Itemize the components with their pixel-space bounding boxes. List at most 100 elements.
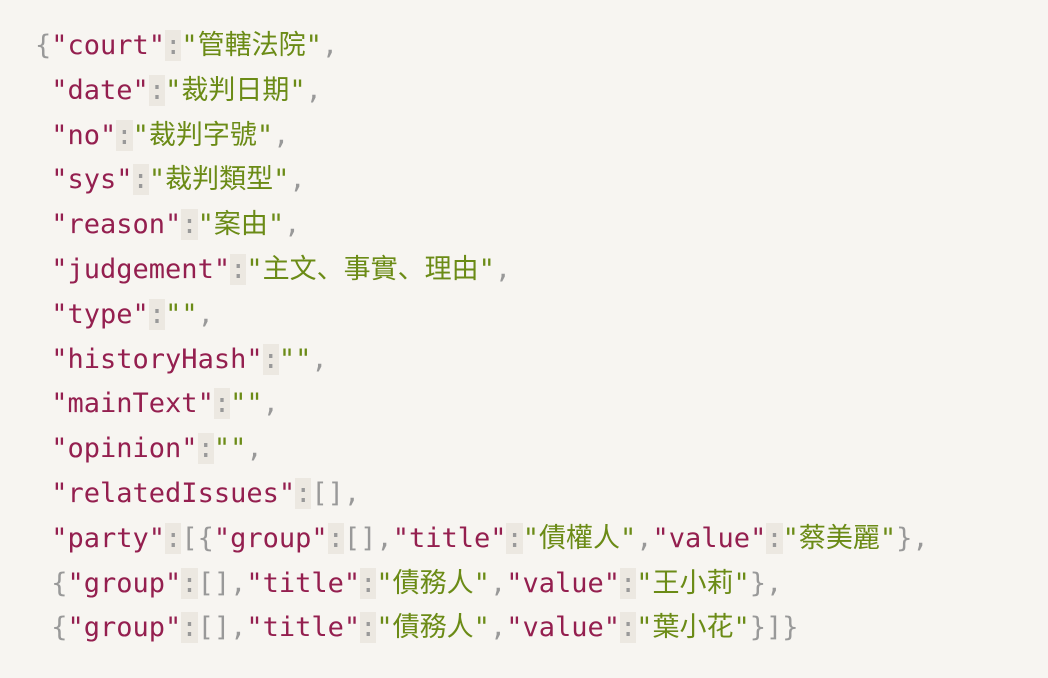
- json-punctuation: ,: [197, 298, 214, 330]
- json-colon: :: [360, 612, 377, 644]
- json-key: "court": [51, 30, 166, 61]
- code-line: "relatedIssues":[],: [35, 472, 929, 517]
- json-colon: :: [181, 612, 198, 644]
- json-colon: :: [116, 119, 133, 151]
- json-colon: :: [295, 477, 312, 509]
- json-key: "value": [506, 567, 620, 599]
- json-punctuation: [35, 254, 51, 285]
- json-punctuation: [35, 478, 51, 509]
- json-punctuation: ,: [311, 343, 328, 375]
- json-key: "historyHash": [51, 343, 263, 375]
- json-key: "judgement": [51, 253, 231, 285]
- json-key: "title": [392, 522, 507, 554]
- json-punctuation: },: [749, 567, 783, 599]
- json-punctuation: [35, 299, 51, 330]
- json-code-block: {"court":"管轄法院", "date":"裁判日期", "no":"裁判…: [35, 24, 929, 651]
- code-line: "historyHash":"",: [35, 338, 929, 383]
- json-colon: :: [181, 567, 198, 599]
- json-string-value: "案由": [197, 209, 285, 241]
- json-colon: :: [165, 30, 182, 61]
- json-colon: :: [766, 522, 783, 554]
- json-punctuation: [],: [311, 477, 361, 509]
- json-colon: :: [327, 522, 344, 554]
- json-punctuation: [35, 344, 51, 375]
- json-punctuation: [35, 164, 51, 195]
- code-line: "judgement":"主文、事實、理由",: [35, 248, 929, 293]
- json-key: "group": [67, 567, 182, 599]
- json-colon: :: [181, 209, 198, 241]
- json-punctuation: [{: [181, 522, 214, 554]
- json-punctuation: [35, 388, 51, 419]
- json-punctuation: ,: [289, 164, 306, 196]
- json-string-value: "主文、事實、理由": [246, 253, 495, 285]
- json-string-value: "裁判類型": [148, 164, 290, 196]
- json-punctuation: [35, 75, 51, 106]
- json-key: "no": [51, 119, 117, 151]
- json-punctuation: }]}: [749, 612, 799, 644]
- json-punctuation: {: [35, 30, 52, 61]
- json-colon: :: [620, 567, 637, 599]
- json-punctuation: },: [896, 522, 929, 554]
- json-punctuation: ,: [494, 253, 512, 285]
- code-line: "opinion":"",: [35, 427, 929, 472]
- json-colon: :: [506, 522, 523, 554]
- json-string-value: "蔡美麗": [782, 522, 897, 554]
- json-string-value: "管轄法院": [181, 30, 322, 61]
- json-punctuation: [35, 433, 51, 464]
- json-string-value: "": [278, 343, 312, 375]
- json-key: "sys": [51, 164, 133, 196]
- json-key: "opinion": [51, 433, 198, 465]
- json-punctuation: ,: [246, 433, 263, 465]
- json-colon: :: [213, 388, 231, 420]
- json-key: "date": [51, 74, 149, 106]
- json-punctuation: [],: [197, 612, 247, 644]
- json-key: "group": [67, 612, 182, 644]
- json-punctuation: ,: [489, 612, 507, 644]
- code-line: "type":"",: [35, 293, 929, 338]
- json-key: "reason": [51, 209, 182, 241]
- json-string-value: "王小莉": [636, 567, 750, 599]
- json-punctuation: {: [35, 567, 68, 599]
- json-punctuation: [],: [197, 567, 247, 599]
- code-line: "no":"裁判字號",: [35, 114, 929, 159]
- json-colon: :: [132, 164, 149, 196]
- json-string-value: "債務人": [376, 567, 490, 599]
- json-punctuation: [35, 523, 51, 554]
- code-line: "date":"裁判日期",: [35, 69, 929, 114]
- json-punctuation: ,: [321, 30, 339, 61]
- code-line: "reason":"案由",: [35, 203, 929, 248]
- code-line: {"group":[],"title":"債務人","value":"王小莉"}…: [35, 562, 929, 607]
- json-key: "value": [506, 612, 620, 644]
- json-colon: :: [620, 612, 637, 644]
- code-line: "party":[{"group":[],"title":"債權人","valu…: [35, 517, 929, 562]
- code-line: "mainText":"",: [35, 382, 929, 427]
- code-line: {"court":"管轄法院",: [35, 24, 929, 69]
- json-punctuation: [35, 209, 51, 240]
- json-punctuation: ,: [305, 74, 322, 106]
- json-colon: :: [165, 522, 182, 554]
- json-punctuation: [35, 120, 51, 151]
- json-punctuation: ,: [489, 567, 507, 599]
- json-punctuation: ,: [273, 119, 290, 151]
- json-colon: :: [360, 567, 377, 599]
- json-colon: :: [197, 433, 214, 465]
- json-key: "party": [51, 522, 166, 554]
- json-punctuation: {: [35, 612, 68, 644]
- json-string-value: "": [165, 298, 198, 330]
- json-string-value: "債權人": [522, 522, 637, 554]
- json-string-value: "葉小花": [636, 612, 750, 644]
- json-key: "relatedIssues": [51, 477, 296, 509]
- json-string-value: "裁判字號": [132, 119, 274, 151]
- json-colon: :: [148, 298, 166, 330]
- json-key: "title": [246, 567, 361, 599]
- json-string-value: "債務人": [376, 612, 490, 644]
- json-punctuation: ,: [262, 388, 279, 420]
- json-punctuation: ,: [636, 522, 653, 554]
- json-colon: :: [262, 343, 279, 375]
- json-key: "title": [246, 612, 361, 644]
- json-string-value: "": [213, 433, 247, 465]
- json-punctuation: ,: [284, 209, 301, 241]
- json-punctuation: [],: [343, 522, 393, 554]
- json-colon: :: [230, 253, 247, 285]
- json-key: "mainText": [51, 388, 214, 420]
